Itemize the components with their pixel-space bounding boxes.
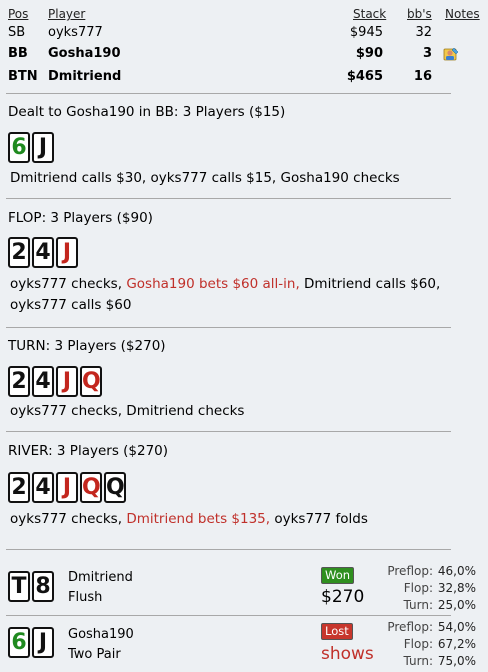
- divider: [6, 93, 451, 94]
- equity-value: 54,0%: [437, 620, 476, 634]
- action-text-highlight: Gosha190 bets $60 all-in,: [126, 276, 300, 292]
- card: Q: [80, 472, 102, 503]
- divider: [6, 327, 451, 328]
- equity-label: Flop:: [403, 637, 433, 651]
- action-text: oyks777 folds: [270, 511, 368, 527]
- equity-label: Flop:: [403, 581, 433, 595]
- card: 2: [8, 472, 30, 503]
- equity-value: 32,8%: [437, 581, 476, 595]
- action-text: Dmitriend calls $60,: [299, 276, 441, 292]
- card: Q: [80, 366, 102, 397]
- card: J: [56, 472, 78, 503]
- result-hand: Flush: [68, 590, 103, 605]
- player-note-icon[interactable]: [443, 47, 459, 61]
- action-text: oyks777 calls $60: [10, 297, 132, 313]
- row-stack: $465: [346, 69, 383, 84]
- equity-label: Turn:: [403, 654, 433, 668]
- flop-title: FLOP: 3 Players ($90): [8, 210, 153, 226]
- row-player[interactable]: Gosha190: [48, 46, 121, 61]
- row-bbs: 32: [415, 25, 432, 40]
- card: J: [32, 627, 54, 658]
- river-title: RIVER: 3 Players ($270): [8, 443, 169, 459]
- card: 4: [32, 366, 54, 397]
- action-text-highlight: Dmitriend bets $135,: [126, 511, 271, 527]
- river-action: oyks777 checks, Dmitriend bets $135, oyk…: [10, 509, 368, 530]
- turn-cards: 2 4 J Q: [8, 366, 102, 397]
- card: J: [32, 132, 54, 163]
- row-bbs: 16: [413, 69, 432, 84]
- turn-action: oyks777 checks, Dmitriend checks: [10, 403, 245, 419]
- divider: [6, 549, 451, 550]
- divider: [6, 431, 451, 432]
- equity-value: 25,0%: [437, 598, 476, 612]
- row-stack: $90: [355, 46, 383, 61]
- card: 6: [8, 132, 30, 163]
- row-pos: BTN: [8, 69, 38, 84]
- row-pos: BB: [8, 46, 28, 61]
- column-header-pos[interactable]: Pos: [8, 7, 28, 21]
- preflop-action: Dmitriend calls $30, oyks777 calls $15, …: [10, 170, 400, 186]
- result-cards: 6 J: [8, 627, 54, 658]
- flop-cards: 2 4 J: [8, 237, 78, 268]
- action-text: oyks777 checks,: [10, 511, 127, 527]
- card: Q: [104, 472, 126, 503]
- row-player[interactable]: Dmitriend: [48, 69, 121, 84]
- card: T: [8, 571, 30, 602]
- row-player[interactable]: oyks777: [48, 25, 103, 40]
- result-player[interactable]: Dmitriend: [68, 570, 133, 585]
- column-header-bbs[interactable]: bb's: [407, 7, 432, 21]
- row-bbs: 3: [422, 46, 432, 61]
- equity-value: 75,0%: [437, 654, 476, 668]
- equity-value: 67,2%: [437, 637, 476, 651]
- card: J: [56, 366, 78, 397]
- divider: [6, 615, 451, 616]
- card: 2: [8, 366, 30, 397]
- result-player[interactable]: Gosha190: [68, 627, 134, 642]
- equity-value: 46,0%: [437, 564, 476, 578]
- preflop-title: Dealt to Gosha190 in BB: 3 Players ($15): [8, 104, 286, 120]
- column-header-stack[interactable]: Stack: [353, 7, 386, 21]
- card: 2: [8, 237, 30, 268]
- equity-label: Preflop:: [387, 564, 433, 578]
- column-header-notes[interactable]: Notes: [445, 7, 480, 21]
- row-stack: $945: [349, 25, 383, 40]
- card: J: [56, 237, 78, 268]
- card: 4: [32, 472, 54, 503]
- action-text: oyks777 checks,: [10, 276, 127, 292]
- divider: [6, 198, 451, 199]
- result-amount: $270: [321, 587, 365, 607]
- card: 4: [32, 237, 54, 268]
- river-cards: 2 4 J Q Q: [8, 472, 126, 503]
- column-header-player[interactable]: Player: [48, 7, 85, 21]
- flop-action: oyks777 checks, Gosha190 bets $60 all-in…: [10, 274, 440, 316]
- turn-title: TURN: 3 Players ($270): [8, 338, 166, 354]
- row-pos: SB: [8, 25, 26, 40]
- result-hand: Two Pair: [68, 647, 121, 662]
- result-amount: shows: [321, 644, 374, 664]
- lost-badge: Lost: [321, 623, 353, 640]
- hole-cards: 6 J: [8, 132, 54, 163]
- won-badge: Won: [321, 567, 355, 584]
- card: 6: [8, 627, 30, 658]
- result-cards: T 8: [8, 571, 54, 602]
- equity-label: Preflop:: [387, 620, 433, 634]
- equity-label: Turn:: [403, 598, 433, 612]
- card: 8: [32, 571, 54, 602]
